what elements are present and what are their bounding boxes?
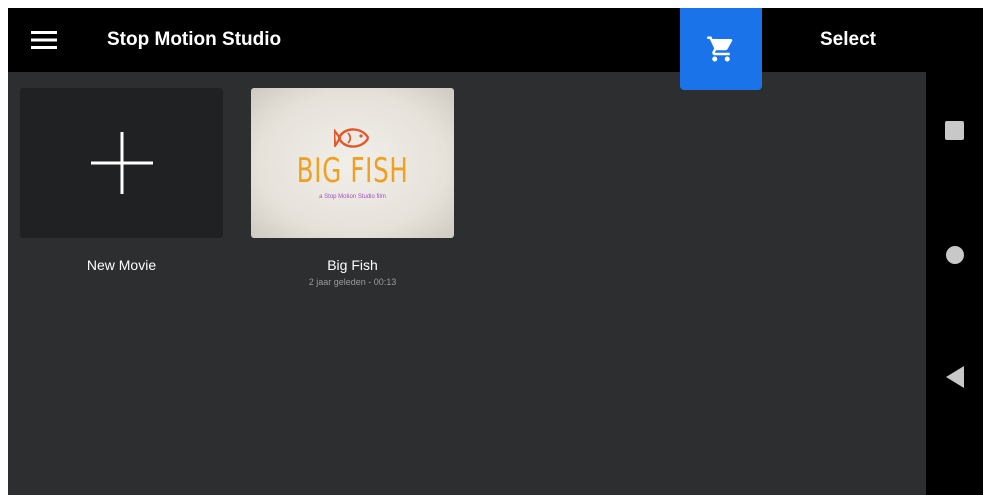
select-button[interactable]: Select bbox=[798, 26, 898, 54]
new-movie-tile[interactable]: New Movie bbox=[20, 88, 223, 274]
fish-logo-icon bbox=[333, 128, 369, 148]
new-movie-thumbnail[interactable] bbox=[20, 88, 223, 238]
recents-button[interactable] bbox=[926, 110, 983, 150]
home-button[interactable] bbox=[926, 235, 983, 275]
app-title: Stop Motion Studio bbox=[107, 29, 282, 50]
back-button[interactable] bbox=[926, 357, 983, 397]
new-movie-label: New Movie bbox=[86, 257, 157, 273]
top-app-bar: Stop Motion Studio Select bbox=[8, 8, 926, 72]
movie-meta-label: 2 jaar geleden - 00:13 bbox=[308, 277, 397, 287]
thumbnail-title: BIG FISH bbox=[296, 151, 409, 191]
circle-home-icon bbox=[945, 246, 964, 264]
square-recents-icon bbox=[945, 120, 964, 140]
app-screen: Stop Motion Studio Select New Movie BIG … bbox=[8, 8, 983, 495]
store-button[interactable] bbox=[680, 8, 762, 90]
thumbnail-tagline: a Stop Motion Studio film bbox=[319, 194, 386, 200]
triangle-back-icon bbox=[945, 366, 964, 388]
movie-thumbnail[interactable]: BIG FISH a Stop Motion Studio film bbox=[251, 88, 454, 238]
system-navigation-bar bbox=[926, 8, 983, 495]
plus-icon bbox=[90, 132, 153, 194]
shopping-cart-icon bbox=[707, 36, 733, 62]
hamburger-menu-icon[interactable] bbox=[28, 26, 60, 54]
movie-tile-big-fish[interactable]: BIG FISH a Stop Motion Studio film Big F… bbox=[251, 88, 454, 288]
movie-title-label: Big Fish bbox=[327, 257, 378, 273]
